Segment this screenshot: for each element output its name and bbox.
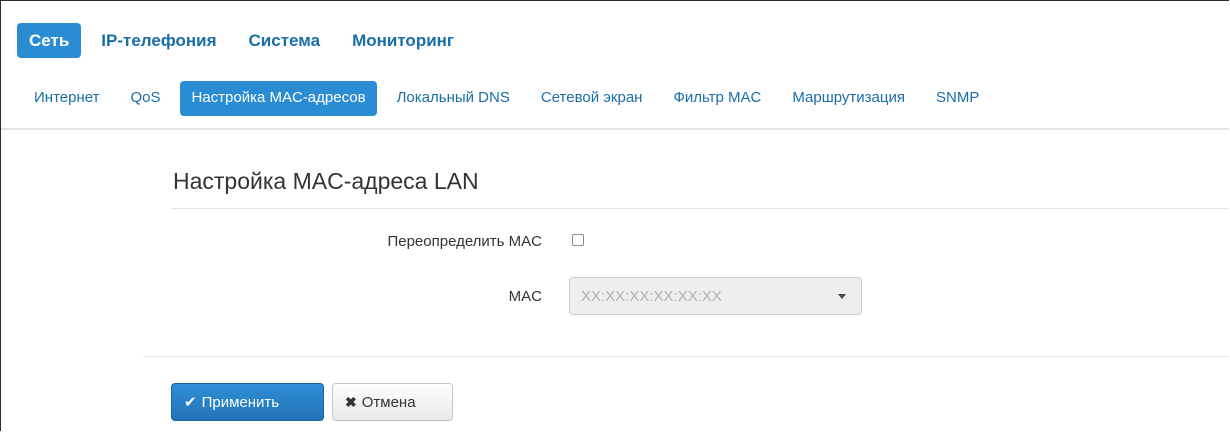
sub-nav-item-snmp[interactable]: SNMP [925, 81, 990, 116]
mac-select-placeholder: XX:XX:XX:XX:XX:XX [581, 287, 722, 305]
sub-nav-item-qos[interactable]: QoS [119, 81, 171, 116]
sub-nav-item-local-dns[interactable]: Локальный DNS [386, 81, 521, 116]
check-icon: ✔ [184, 393, 197, 411]
sub-nav-item-firewall[interactable]: Сетевой экран [530, 81, 654, 116]
section-divider [171, 208, 1229, 209]
sub-nav-item-internet[interactable]: Интернет [23, 81, 110, 116]
sub-nav-item-mac-filter[interactable]: Фильтр MAC [662, 81, 772, 116]
caret-down-icon [838, 294, 846, 299]
app-frame: Сеть IP-телефония Система Мониторинг Инт… [0, 0, 1229, 431]
nav-divider [1, 128, 1229, 130]
top-nav-item-network[interactable]: Сеть [17, 23, 82, 58]
top-nav-item-monitoring[interactable]: Мониторинг [340, 23, 466, 58]
override-mac-checkbox[interactable] [572, 234, 584, 246]
cancel-button[interactable]: ✖ Отмена [332, 383, 453, 421]
cancel-button-label: Отмена [361, 393, 416, 411]
sub-nav-item-routing[interactable]: Маршрутизация [781, 81, 916, 116]
times-icon: ✖ [345, 394, 357, 410]
form-divider [143, 356, 1229, 357]
apply-button-label: Применить [201, 393, 280, 411]
top-nav-item-ip-telephony[interactable]: IP-телефония [89, 23, 228, 58]
override-mac-label: Переопределить MAC [387, 233, 542, 250]
apply-button[interactable]: ✔ Применить [171, 383, 324, 421]
top-nav-item-system[interactable]: Система [237, 23, 333, 58]
mac-select[interactable]: XX:XX:XX:XX:XX:XX [569, 277, 862, 315]
sub-nav: Интернет QoS Настройка MAC-адресов Локал… [23, 81, 999, 116]
top-nav: Сеть IP-телефония Система Мониторинг [17, 23, 474, 58]
sub-nav-item-mac-settings[interactable]: Настройка MAC-адресов [180, 81, 377, 116]
mac-label: MAC [508, 288, 542, 305]
section-title: Настройка MAC-адреса LAN [173, 168, 479, 194]
